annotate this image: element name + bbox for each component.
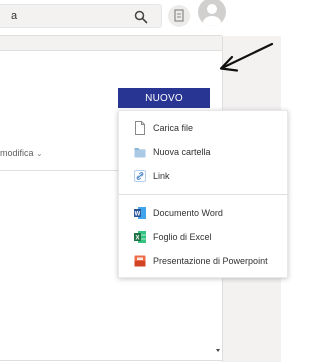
top-bar: a xyxy=(0,0,281,36)
file-icon xyxy=(135,121,145,135)
svg-text:X: X xyxy=(135,236,139,242)
bottom-divider xyxy=(0,360,222,361)
folder-icon xyxy=(134,148,146,158)
search-input[interactable]: a xyxy=(0,4,162,28)
new-menu: Carica file Nuova cartella Link W Docume… xyxy=(118,110,289,278)
menu-item-new-folder[interactable]: Nuova cartella xyxy=(119,142,289,164)
menu-item-label: Link xyxy=(153,171,170,181)
column-header-modified-label: modifica xyxy=(0,148,34,158)
chevron-down-icon: ⌄ xyxy=(36,149,43,158)
command-bar xyxy=(0,36,222,50)
menu-item-excel-sheet[interactable]: X Foglio di Excel xyxy=(119,227,289,249)
menu-item-powerpoint-presentation[interactable]: Presentazione di Powerpoint xyxy=(119,251,289,273)
svg-text:W: W xyxy=(135,212,141,218)
search-text: a xyxy=(11,10,18,22)
column-header-modified[interactable]: modifica ⌄ xyxy=(0,148,43,158)
annotation-arrow-icon xyxy=(219,42,274,72)
menu-item-label: Foglio di Excel xyxy=(153,232,212,242)
scroll-down-icon[interactable] xyxy=(216,349,220,352)
word-icon: W xyxy=(134,207,146,219)
menu-item-word-document[interactable]: W Documento Word xyxy=(119,203,289,225)
search-icon[interactable] xyxy=(134,10,148,24)
menu-item-label: Carica file xyxy=(153,123,194,133)
menu-item-label: Presentazione di Powerpoint xyxy=(153,256,268,266)
menu-item-upload-file[interactable]: Carica file xyxy=(119,118,289,140)
menu-item-label: Nuova cartella xyxy=(153,147,211,157)
link-icon xyxy=(134,170,146,182)
command-bar-divider xyxy=(0,50,222,51)
avatar[interactable] xyxy=(198,0,226,26)
menu-divider xyxy=(119,194,289,195)
document-icon[interactable] xyxy=(168,5,190,27)
excel-icon: X xyxy=(134,231,146,243)
powerpoint-icon xyxy=(134,255,146,267)
table-header-divider xyxy=(0,170,118,171)
menu-item-link[interactable]: Link xyxy=(119,166,289,188)
new-button[interactable]: NUOVO xyxy=(118,88,210,108)
menu-item-label: Documento Word xyxy=(153,208,223,218)
